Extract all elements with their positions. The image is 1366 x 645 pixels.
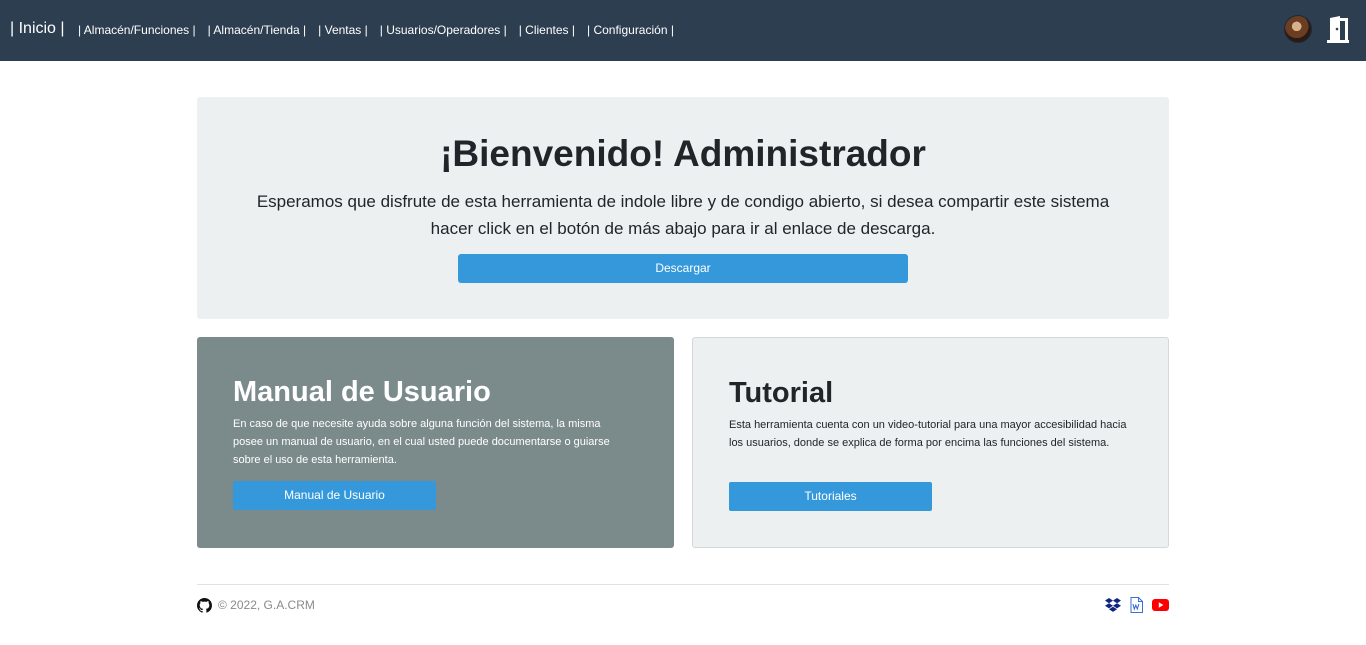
nav-user-area	[1284, 15, 1352, 43]
welcome-jumbotron: ¡Bienvenido! Administrador Esperamos que…	[197, 97, 1169, 319]
tutorial-card: Tutorial Esta herramienta cuenta con un …	[692, 337, 1169, 548]
nav-link-ventas[interactable]: | Ventas |	[318, 21, 368, 39]
tutorial-text: Esta herramienta cuenta con un video-tut…	[729, 419, 1127, 449]
download-button[interactable]: Descargar	[458, 254, 908, 283]
welcome-lead-text: Esperamos que disfrute de esta herramien…	[256, 192, 1110, 238]
user-avatar[interactable]	[1284, 15, 1312, 43]
tutorials-button[interactable]: Tutoriales	[729, 482, 932, 511]
footer-links	[1096, 597, 1169, 613]
logout-door-icon[interactable]	[1324, 15, 1352, 43]
user-manual-title: Manual de Usuario	[233, 376, 491, 408]
user-manual-button[interactable]: Manual de Usuario	[233, 481, 436, 510]
user-manual-text: En caso de que necesite ayuda sobre algu…	[233, 418, 610, 466]
nav-link-almacen-funciones[interactable]: | Almacén/Funciones |	[78, 21, 196, 39]
dropbox-icon[interactable]	[1105, 597, 1121, 613]
nav-link-almacen-tienda[interactable]: | Almacén/Tienda |	[208, 21, 307, 39]
footer-divider	[197, 584, 1169, 585]
nav-home-link[interactable]: | Inicio |	[10, 19, 65, 39]
word-document-icon[interactable]	[1130, 597, 1143, 613]
footer-copyright: © 2022, G.A.CRM	[218, 598, 315, 612]
nav-link-usuarios-operadores[interactable]: | Usuarios/Operadores |	[380, 21, 507, 39]
footer-left: © 2022, G.A.CRM	[197, 597, 315, 613]
welcome-title: ¡Bienvenido! Administrador	[440, 133, 926, 174]
nav-link-configuracion[interactable]: | Configuración |	[587, 21, 674, 39]
nav-link-clientes[interactable]: | Clientes |	[519, 21, 575, 39]
github-icon[interactable]	[197, 597, 212, 613]
top-navbar: | Inicio | | Almacén/Funciones | | Almac…	[0, 0, 1366, 61]
nav-menu: | Almacén/Funciones | | Almacén/Tienda |…	[78, 21, 686, 39]
tutorial-title: Tutorial	[729, 377, 834, 409]
youtube-icon[interactable]	[1152, 599, 1169, 611]
user-manual-card: Manual de Usuario En caso de que necesit…	[197, 337, 674, 548]
